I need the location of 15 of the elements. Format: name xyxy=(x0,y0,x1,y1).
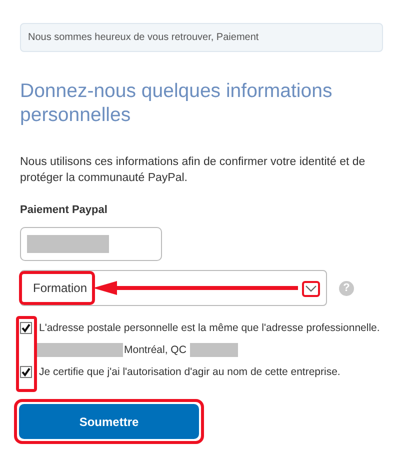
field-label: Paiement Paypal xyxy=(20,204,108,216)
checkbox[interactable] xyxy=(20,366,32,378)
checkbox[interactable] xyxy=(20,322,32,334)
dropdown-value: Formation xyxy=(19,271,96,305)
welcome-notice: Nous sommes heureux de vous retrouver, Paiement xyxy=(20,23,383,52)
checkbox-label: L'adresse postale personnelle est la même que l'adresse professionnelle. xyxy=(39,322,380,334)
redaction-block xyxy=(190,343,238,357)
submit-button[interactable]: Soumettre xyxy=(19,404,199,439)
page-heading: Donnez-nous quelques informations personnelles xyxy=(20,79,334,127)
address-text: Montréal, QC xyxy=(124,344,186,356)
intro-text: Nous utilisons ces informations afin de confirmer votre identité et de protéger la communauté PayPal. xyxy=(20,155,366,186)
caret-icon[interactable] xyxy=(302,281,320,297)
category-dropdown[interactable]: Formation xyxy=(20,270,327,306)
checkbox-label: Je certifie que j'ai l'autorisation d'agir au nom de cette entreprise. xyxy=(39,366,340,378)
input-field[interactable] xyxy=(20,227,162,261)
